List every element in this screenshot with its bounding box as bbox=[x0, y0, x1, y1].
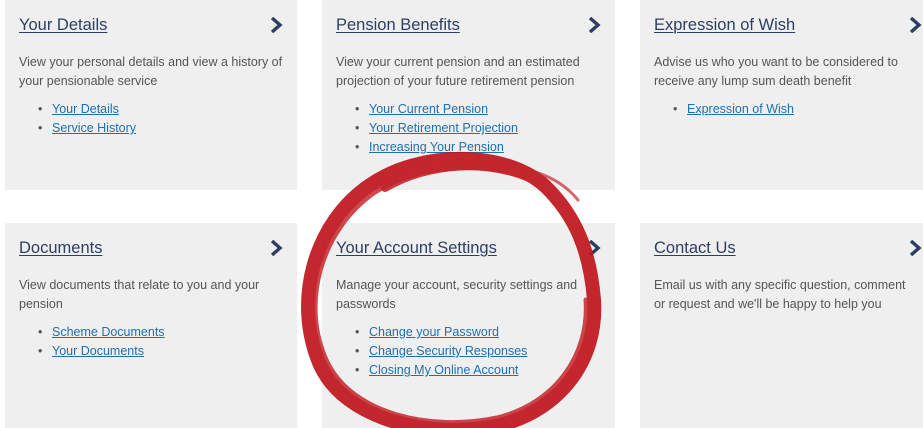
card-title-documents[interactable]: Documents bbox=[19, 239, 102, 258]
closing-online-account-link[interactable]: Closing My Online Account bbox=[369, 363, 518, 377]
card-title-your-details[interactable]: Your Details bbox=[19, 16, 107, 35]
card-description: Manage your account, security settings a… bbox=[336, 278, 578, 311]
your-documents-link[interactable]: Your Documents bbox=[52, 344, 144, 358]
scheme-documents-link[interactable]: Scheme Documents bbox=[52, 325, 165, 339]
chevron-right-icon[interactable] bbox=[587, 239, 601, 257]
list-item: Closing My Online Account bbox=[355, 361, 601, 380]
card-title-pension-benefits[interactable]: Pension Benefits bbox=[336, 16, 460, 35]
card-header: Expression of Wish bbox=[654, 14, 922, 36]
card-link-list: Expression of Wish bbox=[654, 100, 916, 119]
list-item: Your Retirement Projection bbox=[355, 119, 601, 138]
change-security-responses-link[interactable]: Change Security Responses bbox=[369, 344, 527, 358]
chevron-right-icon[interactable] bbox=[908, 239, 922, 257]
card-link-list: Scheme Documents Your Documents bbox=[19, 323, 283, 361]
card-header: Your Details bbox=[19, 14, 283, 36]
card-link-list: Your Details Service History bbox=[19, 100, 283, 138]
list-item: Increasing Your Pension bbox=[355, 138, 601, 157]
card-description: Email us with any specific question, com… bbox=[654, 278, 906, 311]
increasing-pension-link[interactable]: Increasing Your Pension bbox=[369, 140, 504, 154]
list-item: Your Current Pension bbox=[355, 100, 601, 119]
card-description: View documents that relate to you and yo… bbox=[19, 278, 260, 311]
list-item: Your Documents bbox=[38, 342, 283, 361]
card-description: View your personal details and view a hi… bbox=[19, 55, 283, 88]
card-account-settings: Your Account Settings Manage your accoun… bbox=[322, 223, 615, 428]
card-title-account-settings[interactable]: Your Account Settings bbox=[336, 239, 497, 258]
card-link-list: Change your Password Change Security Res… bbox=[336, 323, 601, 380]
list-item: Change Security Responses bbox=[355, 342, 601, 361]
card-link-list: Your Current Pension Your Retirement Pro… bbox=[336, 100, 601, 157]
card-header: Pension Benefits bbox=[336, 14, 601, 36]
card-description: Advise us who you want to be considered … bbox=[654, 55, 898, 88]
service-history-link[interactable]: Service History bbox=[52, 121, 136, 135]
list-item: Your Details bbox=[38, 100, 283, 119]
list-item: Scheme Documents bbox=[38, 323, 283, 342]
change-password-link[interactable]: Change your Password bbox=[369, 325, 499, 339]
expression-of-wish-link[interactable]: Expression of Wish bbox=[687, 102, 794, 116]
list-item: Expression of Wish bbox=[673, 100, 916, 119]
retirement-projection-link[interactable]: Your Retirement Projection bbox=[369, 121, 518, 135]
card-your-details: Your Details View your personal details … bbox=[5, 0, 297, 190]
card-header: Contact Us bbox=[654, 237, 922, 259]
chevron-right-icon[interactable] bbox=[269, 16, 283, 34]
card-documents: Documents View documents that relate to … bbox=[5, 223, 297, 428]
card-header: Your Account Settings bbox=[336, 237, 601, 259]
chevron-right-icon[interactable] bbox=[269, 239, 283, 257]
card-expression-of-wish: Expression of Wish Advise us who you wan… bbox=[640, 0, 923, 190]
current-pension-link[interactable]: Your Current Pension bbox=[369, 102, 488, 116]
card-header: Documents bbox=[19, 237, 283, 259]
chevron-right-icon[interactable] bbox=[908, 16, 922, 34]
dashboard-page: Your Details View your personal details … bbox=[0, 0, 923, 428]
card-pension-benefits: Pension Benefits View your current pensi… bbox=[322, 0, 615, 190]
chevron-right-icon[interactable] bbox=[587, 16, 601, 34]
card-description: View your current pension and an estimat… bbox=[336, 55, 580, 88]
your-details-link[interactable]: Your Details bbox=[52, 102, 119, 116]
list-item: Change your Password bbox=[355, 323, 601, 342]
list-item: Service History bbox=[38, 119, 283, 138]
card-contact-us: Contact Us Email us with any specific qu… bbox=[640, 223, 923, 428]
card-title-expression-of-wish[interactable]: Expression of Wish bbox=[654, 16, 795, 35]
card-title-contact-us[interactable]: Contact Us bbox=[654, 239, 736, 258]
